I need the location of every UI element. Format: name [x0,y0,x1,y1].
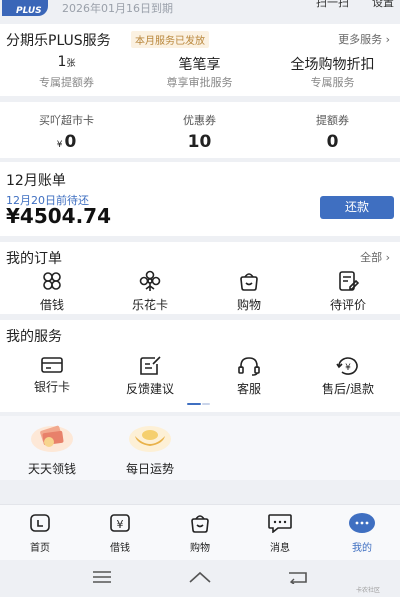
plus-benefit-discount[interactable]: 全场购物折扣 专属服务 [266,54,399,90]
top-header: PLUS 2026年01月16日到期 扫一扫 设置 [0,0,400,20]
bag-icon [240,273,258,291]
nav-tab-home[interactable]: 首页 [0,513,80,554]
plus-service-title: 分期乐PLUS服务 [6,33,111,49]
order-item-label: 乐花卡 [131,298,168,312]
money-icon [31,425,73,452]
currency-prefix: ¥ [56,140,63,150]
service-item-feedback[interactable]: 反馈建议 [100,356,200,397]
order-item-label: 借钱 [39,298,64,312]
assets-card: 买吖超市卡 ¥0 优惠券 10 提额券 0 [0,102,400,158]
asset-label: 提额券 [316,114,349,127]
flower-icon [139,270,161,291]
nav-tab-shopping[interactable]: 购物 [160,513,240,554]
nav-tab-messages[interactable]: 消息 [240,513,320,554]
scan-button[interactable]: 扫一扫 [316,0,349,10]
message-icon [268,514,292,534]
bill-card[interactable]: 12月账单 12月20日前待还 ¥4504.74 还款 [0,162,400,236]
repay-button[interactable]: 还款 [320,196,394,219]
bill-title: 12月账单 [6,173,66,189]
orders-all-link[interactable]: 全部 › [360,249,390,265]
order-item-lehua-card[interactable]: 乐花卡 [100,270,200,313]
review-icon [339,271,359,291]
ingot-icon [129,426,171,452]
menu-icon[interactable] [92,570,112,584]
asset-supermarket-card[interactable]: 买吖超市卡 ¥0 [0,112,133,152]
bottom-nav: 首页 ¥ 借钱 购物 消息 我的 [0,504,400,560]
benefit-label: 专属服务 [310,76,355,89]
extra-item-label: 天天领钱 [27,462,76,476]
nav-tab-me[interactable]: 我的 [322,513,400,554]
nav-tab-label: 首页 [30,543,50,554]
benefit-label: 专属提额券 [39,76,94,89]
page-dot [202,403,210,405]
extra-item-daily-fortune[interactable]: 每日运势 [110,422,190,477]
system-nav-bar [0,560,400,597]
asset-value: 10 [187,132,212,152]
nav-tab-label: 借钱 [110,543,130,554]
service-item-label: 客服 [236,382,261,396]
card-icon [41,357,63,373]
me-icon [349,513,375,533]
nav-tab-label: 我的 [352,543,372,554]
benefit-unit: 张 [66,59,76,69]
benefit-value: 笔笔享 [178,57,221,73]
order-item-label: 待评价 [329,298,366,312]
service-item-customer-service[interactable]: 客服 [199,356,299,397]
service-item-label: 反馈建议 [125,382,174,396]
nav-tab-label: 消息 [270,543,290,554]
orders-card: 我的订单 全部 › 借钱 乐花卡 购物 待评价 [0,242,400,314]
plus-badge: PLUS [2,0,48,16]
services-title: 我的服务 [6,329,62,345]
svg-text:¥: ¥ [345,363,351,373]
extras-card: 天天领钱 每日运势 [0,416,400,480]
extra-item-daily-cash[interactable]: 天天领钱 [12,422,92,477]
bag-icon [191,515,209,533]
clover-icon [43,272,61,290]
home-icon [30,514,50,532]
services-card: 我的服务 银行卡 反馈建议 客服 ¥ 售后/退款 [0,320,400,412]
page-dot-active [187,403,201,405]
service-item-after-sales[interactable]: ¥ 售后/退款 [298,356,398,397]
asset-value: 0 [64,132,77,152]
settings-button[interactable]: 设置 [372,0,394,10]
headset-icon [238,357,260,376]
home-nav-icon[interactable] [188,570,212,584]
page-indicator [187,402,211,406]
feedback-icon [140,356,161,375]
benefit-label: 尊享审批服务 [166,76,233,89]
service-item-label: 售后/退款 [321,382,375,396]
bill-amount: ¥4504.74 [6,204,112,228]
asset-coupons[interactable]: 优惠券 10 [133,112,266,152]
asset-label: 买吖超市卡 [39,114,94,127]
orders-title: 我的订单 [6,251,62,267]
svg-text:¥: ¥ [117,518,124,531]
asset-quota-coupons[interactable]: 提额券 0 [266,112,399,152]
service-item-label: 银行卡 [33,380,70,394]
watermark: 卡农社区 [356,587,381,594]
extra-item-label: 每日运势 [125,462,174,476]
order-item-label: 购物 [236,298,261,312]
order-item-to-review[interactable]: 待评价 [298,270,398,313]
nav-tab-loan[interactable]: ¥ 借钱 [80,513,160,554]
benefit-value: 全场购物折扣 [290,57,375,73]
service-item-bank-card[interactable]: 银行卡 [2,356,102,395]
plus-service-card: 分期乐PLUS服务 本月服务已发放 更多服务 › 1张 专属提额券 笔笔享 尊享… [0,24,400,96]
more-services-link[interactable]: 更多服务 › [338,31,390,47]
order-item-loan[interactable]: 借钱 [2,270,102,313]
plus-benefit-quota[interactable]: 1张 专属提额券 [0,54,133,90]
expire-date-text: 2026年01月16日到期 [62,2,173,15]
refund-icon: ¥ [336,357,358,375]
service-status-badge: 本月服务已发放 [131,31,209,48]
back-icon[interactable] [287,570,309,584]
asset-label: 优惠券 [183,114,216,127]
order-item-shopping[interactable]: 购物 [199,270,299,313]
asset-value: 0 [326,132,339,152]
plus-benefit-approval[interactable]: 笔笔享 尊享审批服务 [133,54,266,90]
yuan-icon: ¥ [110,514,130,532]
nav-tab-label: 购物 [190,543,210,554]
